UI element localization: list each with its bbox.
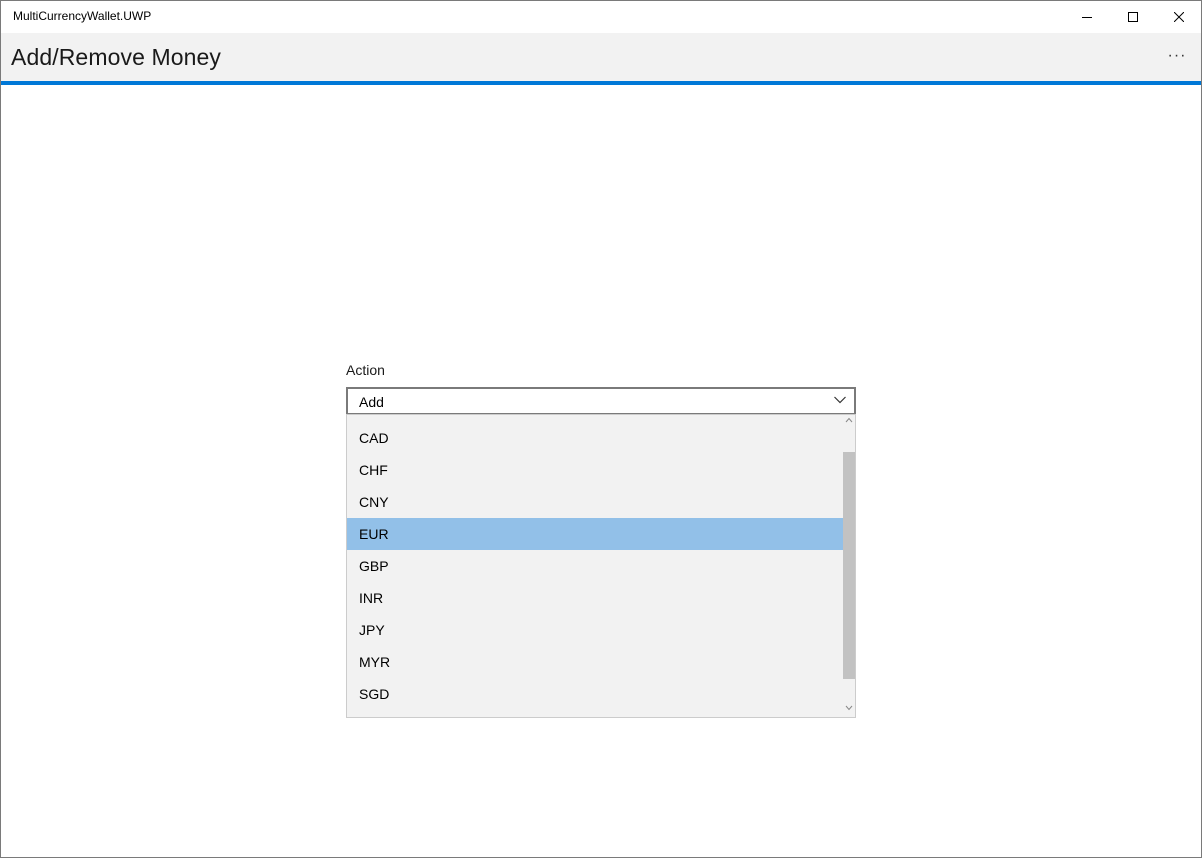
dropdown-option-inr[interactable]: INR (347, 582, 843, 614)
minimize-icon (1082, 17, 1092, 18)
action-combobox[interactable]: Add (346, 387, 856, 415)
dropdown-option-eur[interactable]: EUR (347, 518, 843, 550)
page-title: Add/Remove Money (11, 44, 221, 70)
close-icon (1174, 12, 1184, 22)
scroll-up-icon[interactable] (845, 417, 853, 423)
dropdown-option-cad[interactable]: CAD (347, 422, 843, 454)
scrollbar-thumb[interactable] (843, 452, 855, 679)
currency-dropdown-list: CAD CHF CNY EUR GBP INR JPY MYR SGD (346, 414, 856, 718)
dropdown-option-sgd[interactable]: SGD (347, 678, 843, 710)
dropdown-option-cny[interactable]: CNY (347, 486, 843, 518)
chevron-down-icon (834, 396, 846, 404)
maximize-button[interactable] (1110, 1, 1156, 33)
title-bar: MultiCurrencyWallet.UWP (1, 1, 1201, 33)
dropdown-scrollbar[interactable] (843, 414, 855, 718)
dropdown-option-jpy[interactable]: JPY (347, 614, 843, 646)
action-selected-value: Add (359, 394, 384, 410)
dropdown-option-chf[interactable]: CHF (347, 454, 843, 486)
maximize-icon (1128, 12, 1138, 22)
more-icon: ··· (1167, 47, 1187, 64)
minimize-button[interactable] (1064, 1, 1110, 33)
scroll-down-icon[interactable] (845, 705, 853, 711)
app-window: MultiCurrencyWallet.UWP Add/Remove Money… (0, 0, 1202, 858)
close-button[interactable] (1156, 1, 1202, 33)
action-label: Action (346, 362, 385, 378)
dropdown-option-myr[interactable]: MYR (347, 646, 843, 678)
window-title: MultiCurrencyWallet.UWP (13, 9, 152, 23)
accent-divider (1, 81, 1201, 85)
command-bar: Add/Remove Money ··· (1, 33, 1201, 81)
more-button[interactable]: ··· (1161, 41, 1193, 71)
dropdown-option-gbp[interactable]: GBP (347, 550, 843, 582)
